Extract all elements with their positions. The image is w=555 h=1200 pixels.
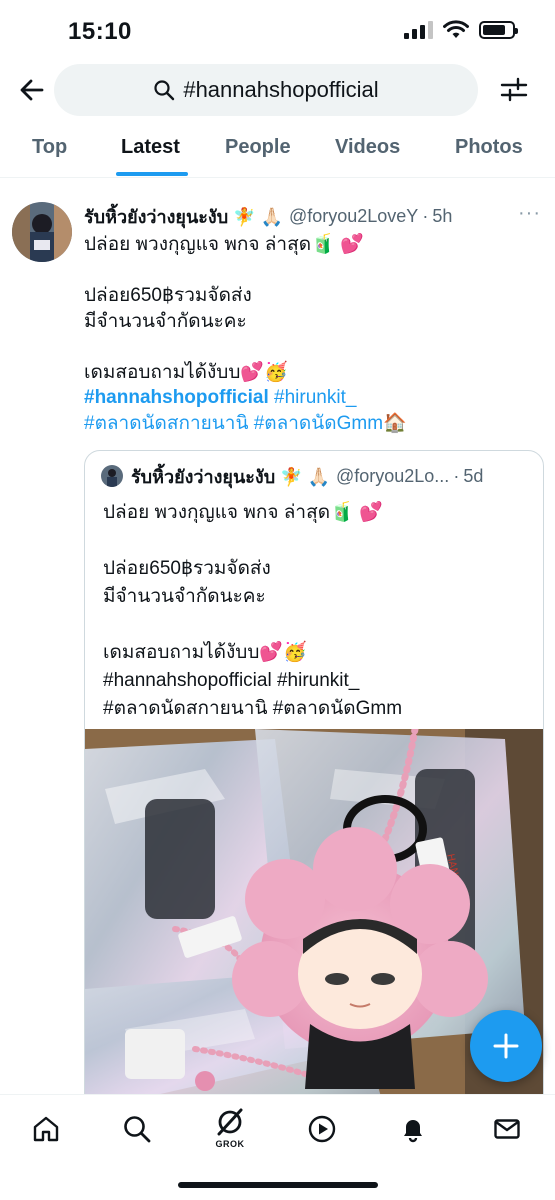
tweet-line: ปล่อย650฿รวมจัดส่ง — [84, 285, 252, 306]
grok-label: GROK — [215, 1139, 245, 1149]
avatar-image — [12, 202, 72, 262]
search-input[interactable]: #hannahshopofficial — [54, 64, 478, 116]
quoted-line: ปล่อย650฿รวมจัดส่ง — [103, 558, 271, 579]
wifi-icon — [443, 20, 469, 38]
tab-people[interactable]: People — [225, 136, 291, 159]
search-icon — [154, 80, 175, 101]
search-filter-button[interactable] — [498, 74, 530, 106]
quoted-line: ปล่อย พวงกุญแจ พกจ ล่าสุด🧃 💕 — [103, 502, 383, 523]
tab-top[interactable]: Top — [32, 136, 67, 159]
quoted-tweet-header: รับหิ้วยังว่างยุนะงับ 🧚 🙏🏻 @foryou2Lo...… — [101, 461, 531, 491]
nav-video[interactable] — [302, 1109, 342, 1149]
quoted-line: #hannahshopofficial #hirunkit_ — [103, 670, 360, 691]
battery-icon — [479, 21, 518, 39]
status-time: 15:10 — [68, 18, 132, 45]
tab-photos[interactable]: Photos — [455, 136, 523, 159]
nav-explore[interactable] — [117, 1109, 157, 1149]
hashtag-link[interactable]: #ตลาดนัดGmm — [254, 413, 383, 434]
home-indicator — [178, 1182, 378, 1188]
status-icons — [404, 20, 518, 40]
search-header: #hannahshopofficial — [0, 62, 555, 118]
play-circle-icon — [308, 1115, 336, 1143]
tweet-line: เดมสอบถามได้งับบ💕🥳 — [84, 361, 288, 383]
quoted-time: 5d — [463, 465, 484, 486]
hashtag-link[interactable]: #hannahshopofficial — [84, 387, 269, 408]
more-options-button[interactable]: ··· — [518, 202, 546, 226]
hashtag-link[interactable]: #hirunkit_ — [274, 387, 356, 408]
tweet-text: ปล่อย พวงกุญแจ พกจ ล่าสุด🧃 💕 ปล่อย650฿รว… — [84, 232, 534, 436]
author-name[interactable]: รับหิ้วยังว่างยุนะงับ 🧚 🙏🏻 — [84, 202, 283, 231]
time-separator: · — [422, 205, 429, 226]
search-tabs: Top Latest People Videos Photos — [0, 122, 555, 178]
quoted-line: เดมสอบถามได้งับบ💕🥳 — [103, 642, 307, 663]
active-tab-indicator — [116, 172, 188, 176]
compose-button[interactable] — [470, 1010, 542, 1082]
nav-notifications[interactable] — [393, 1109, 433, 1149]
time-separator: · — [453, 465, 460, 486]
house-emoji: 🏠 — [383, 412, 407, 434]
back-button[interactable] — [16, 74, 48, 106]
hashtag-link[interactable]: #ตลาดนัดสกายนานิ — [84, 413, 248, 434]
tweet-time[interactable]: 5h — [432, 206, 452, 227]
arrow-left-icon — [20, 79, 44, 101]
quoted-line: มีจำนวนจำกัดนะคะ — [103, 586, 266, 607]
grok-icon — [217, 1108, 243, 1136]
bell-icon — [404, 1120, 422, 1143]
quoted-line: #ตลาดนัดสกายนานิ #ตลาดนัดGmm — [103, 698, 403, 719]
quoted-tweet-text: ปล่อย พวงกุญแจ พกจ ล่าสุด🧃 💕 ปล่อย650฿รว… — [103, 499, 533, 723]
quoted-author-handle: @foryou2Lo... — [335, 465, 450, 486]
tweet-line: มีจำนวนจำกัดนะคะ — [84, 310, 247, 332]
tweet-line: ปล่อย พวงกุญแจ พกจ ล่าสุด🧃 💕 — [84, 234, 364, 255]
plus-icon — [493, 1033, 519, 1059]
quoted-avatar — [101, 465, 123, 487]
sliders-icon — [500, 77, 528, 102]
status-bar: 15:10 — [0, 0, 555, 62]
tab-videos[interactable]: Videos — [335, 136, 400, 159]
nav-home[interactable] — [26, 1109, 66, 1149]
cellular-signal-icon — [404, 21, 433, 39]
nav-messages[interactable] — [487, 1109, 527, 1149]
tab-latest[interactable]: Latest — [121, 136, 180, 159]
quoted-tweet[interactable]: รับหิ้วยังว่างยุนะงับ 🧚 🙏🏻 @foryou2Lo...… — [84, 450, 544, 1110]
search-icon — [124, 1116, 151, 1143]
nav-grok[interactable]: GROK — [210, 1103, 250, 1149]
tweet-header: รับหิ้วยังว่างยุนะงับ 🧚 🙏🏻 @foryou2LoveY… — [84, 202, 524, 230]
home-icon — [33, 1116, 59, 1142]
quoted-author-name: รับหิ้วยังว่างยุนะงับ 🧚 🙏🏻 — [131, 466, 330, 487]
author-handle[interactable]: @foryou2LoveY — [289, 206, 418, 227]
avatar[interactable] — [12, 202, 72, 262]
search-query: #hannahshopofficial — [183, 77, 379, 102]
mail-icon — [494, 1119, 520, 1139]
